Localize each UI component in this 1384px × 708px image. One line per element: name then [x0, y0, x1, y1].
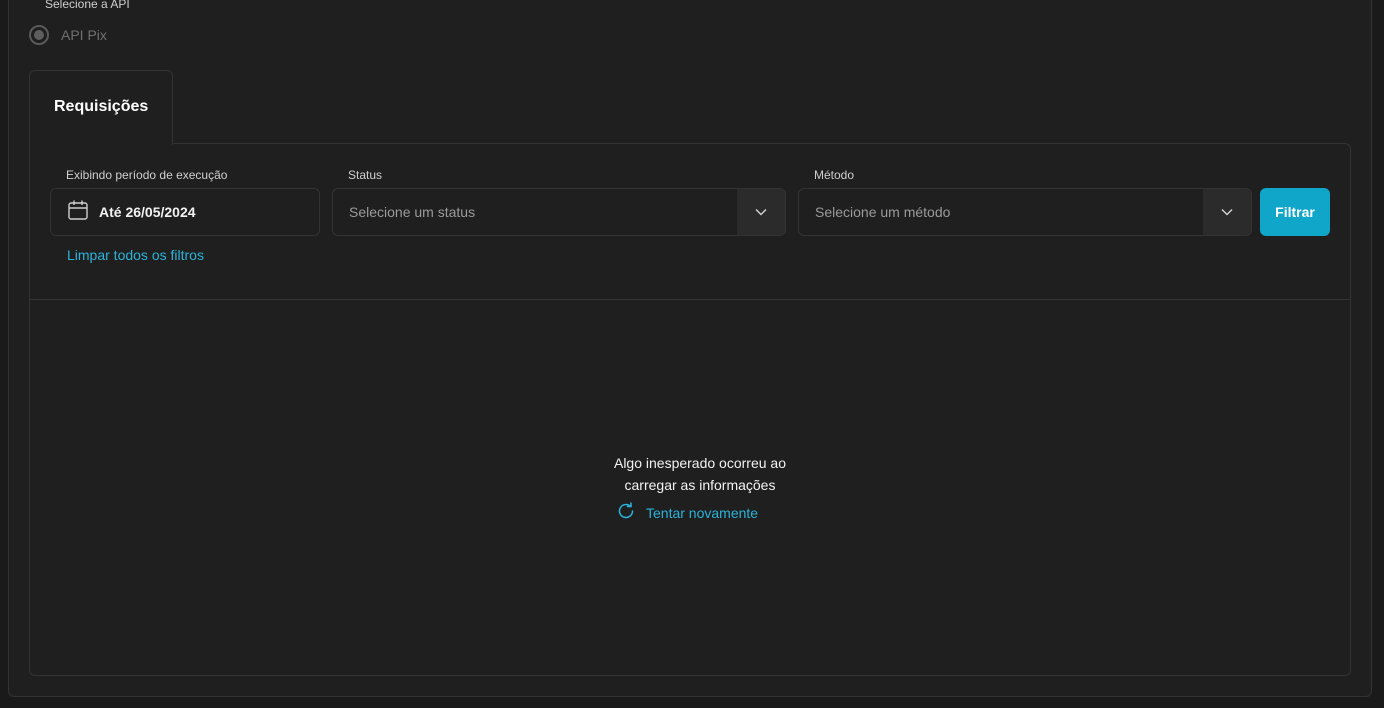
method-label: Método [814, 168, 855, 182]
status-label: Status [348, 168, 383, 182]
retry-button[interactable]: Tentar novamente [616, 501, 758, 524]
api-selector-label: Selecione a API [45, 0, 130, 11]
error-line-2: carregar as informações [624, 477, 776, 493]
filter-button[interactable]: Filtrar [1260, 188, 1330, 236]
period-date-picker[interactable]: Até 26/05/2024 [50, 188, 320, 236]
period-label: Exibindo período de execução [66, 168, 228, 182]
radio-button[interactable] [29, 25, 49, 45]
status-select[interactable]: Selecione um status [332, 188, 786, 236]
retry-label: Tentar novamente [646, 504, 759, 521]
method-select[interactable]: Selecione um método [798, 188, 1252, 236]
error-line-1: Algo inesperado ocorreu ao [613, 455, 786, 471]
divider [30, 299, 1350, 300]
refresh-icon [616, 501, 636, 524]
calendar-icon [67, 199, 89, 226]
error-message: Algo inesperado ocorreu ao carregar as i… [560, 452, 840, 496]
radio-api-pix[interactable]: API Pix [29, 25, 107, 45]
chevron-down-icon[interactable] [1203, 189, 1251, 235]
tab-requisicoes[interactable]: Requisições [29, 70, 173, 145]
chevron-down-icon[interactable] [737, 189, 785, 235]
radio-label: API Pix [61, 27, 107, 43]
method-placeholder: Selecione um método [815, 204, 951, 220]
radio-dot [34, 30, 44, 40]
period-value: Até 26/05/2024 [99, 204, 196, 220]
clear-filters-link[interactable]: Limpar todos os filtros [67, 247, 204, 263]
status-placeholder: Selecione um status [349, 204, 476, 220]
tab-label: Requisições [54, 98, 149, 115]
